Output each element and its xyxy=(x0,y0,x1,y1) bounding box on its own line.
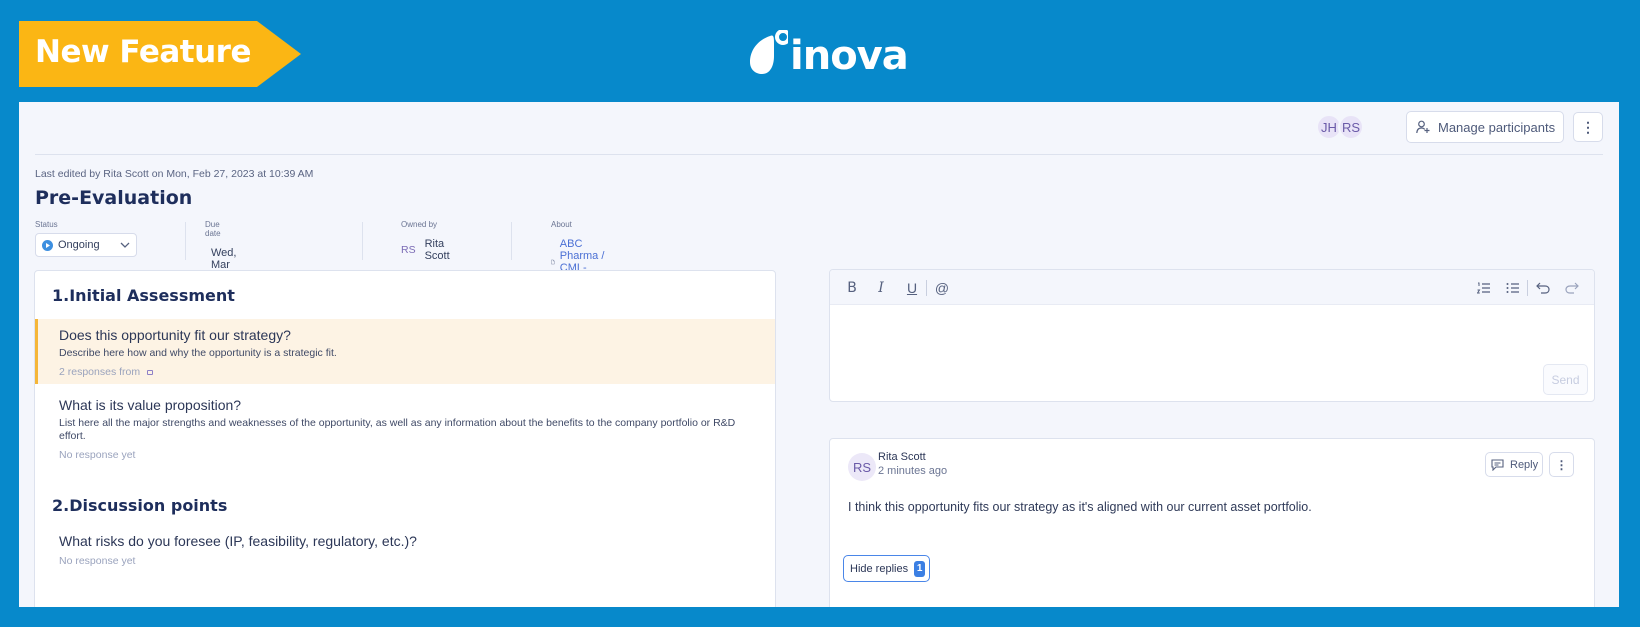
more-options-button[interactable]: ⋮ xyxy=(1573,112,1603,142)
divider xyxy=(362,222,363,260)
divider xyxy=(511,222,512,260)
comment-card: RS Rita Scott 2 minutes ago Reply ⋮ I th… xyxy=(829,438,1595,607)
reply-label: Reply xyxy=(1510,458,1539,471)
divider xyxy=(926,280,927,296)
top-bar: JH RS Manage participants ⋮ xyxy=(19,102,1619,155)
app-window: JH RS Manage participants ⋮ Last edited … xyxy=(19,102,1619,607)
add-user-icon xyxy=(1416,120,1430,134)
divider xyxy=(185,222,186,260)
ordered-list-icon xyxy=(1477,282,1490,294)
play-icon xyxy=(42,239,53,251)
status-value: Ongoing xyxy=(58,239,100,251)
comment-author: Rita Scott xyxy=(878,451,926,463)
avatar: RS xyxy=(401,244,416,256)
owner-label: Owned by xyxy=(401,220,438,229)
hide-replies-label: Hide replies xyxy=(850,562,909,575)
avatar[interactable]: RS xyxy=(1338,114,1364,140)
question-item[interactable]: Does this opportunity fit our strategy? … xyxy=(35,319,775,384)
question-title: What risks do you foresee (IP, feasibili… xyxy=(59,533,417,549)
underline-button[interactable]: U xyxy=(902,278,922,298)
bullet-list-button[interactable] xyxy=(1503,278,1523,298)
chevron-down-icon xyxy=(120,242,130,248)
comment-more-button[interactable]: ⋮ xyxy=(1549,452,1574,477)
due-date-label: Due date xyxy=(205,220,221,238)
ordered-list-button[interactable] xyxy=(1474,278,1494,298)
responder-avatar xyxy=(147,369,154,375)
section-title: 2.Discussion points xyxy=(52,496,228,515)
question-status: No response yet xyxy=(59,555,136,567)
owner-field: Owned by RS Rita Scott xyxy=(401,220,450,262)
divider xyxy=(35,154,1603,155)
redo-button[interactable] xyxy=(1562,278,1582,298)
question-title: Does this opportunity fit our strategy? xyxy=(59,327,291,343)
editor-text-area[interactable] xyxy=(830,306,1594,401)
manage-participants-button[interactable]: Manage participants xyxy=(1406,111,1564,143)
document-icon xyxy=(551,259,555,265)
undo-icon xyxy=(1536,282,1550,294)
comment-body: I think this opportunity fits our strate… xyxy=(848,500,1312,514)
divider xyxy=(1527,280,1528,296)
question-status: No response yet xyxy=(59,449,136,461)
question-item[interactable]: What risks do you foresee (IP, feasibili… xyxy=(35,533,775,567)
questions-panel: 1.Initial Assessment Does this opportuni… xyxy=(34,270,776,607)
brand-logo: inova xyxy=(748,29,909,79)
brand-name: inova xyxy=(790,33,909,79)
new-feature-banner: New Feature xyxy=(19,21,301,87)
status-select[interactable]: Ongoing xyxy=(35,233,137,257)
question-status: 2 responses from xyxy=(59,366,775,378)
status-field: Status Ongoing xyxy=(35,220,137,260)
question-item[interactable]: What is its value proposition? List here… xyxy=(35,389,775,461)
question-title: What is its value proposition? xyxy=(59,397,242,413)
question-status-text: 2 responses from xyxy=(59,366,141,378)
avatar: RS xyxy=(848,453,876,481)
about-field: About ABC Pharma / CML-101 xyxy=(551,220,605,286)
redo-icon xyxy=(1565,282,1579,294)
comment-icon xyxy=(1491,458,1504,471)
bullet-list-icon xyxy=(1506,283,1519,293)
italic-button[interactable]: I xyxy=(871,278,891,298)
reply-button[interactable]: Reply xyxy=(1485,452,1543,477)
hide-replies-button[interactable]: Hide replies 1 xyxy=(843,555,930,582)
comment-editor: B I U @ Send xyxy=(829,269,1595,402)
mention-button[interactable]: @ xyxy=(932,278,952,298)
manage-participants-label: Manage participants xyxy=(1438,119,1556,135)
due-date-field: Due date Wed, Mar 1, 2023 xyxy=(205,220,236,295)
page-title: Pre-Evaluation xyxy=(35,187,193,209)
owner-value[interactable]: RS Rita Scott xyxy=(401,238,450,262)
banner-label: New Feature xyxy=(35,34,251,70)
undo-button[interactable] xyxy=(1533,278,1553,298)
status-label: Status xyxy=(35,220,58,229)
question-description: List here all the major strengths and we… xyxy=(59,417,736,442)
send-button[interactable]: Send xyxy=(1543,364,1588,395)
bold-button[interactable]: B xyxy=(842,278,862,298)
about-label: About xyxy=(551,220,572,229)
last-edited-text: Last edited by Rita Scott on Mon, Feb 27… xyxy=(35,168,314,180)
owner-name: Rita Scott xyxy=(424,238,450,262)
comment-timestamp: 2 minutes ago xyxy=(878,465,948,477)
section-title: 1.Initial Assessment xyxy=(52,286,235,305)
reply-count-badge: 1 xyxy=(914,560,926,577)
participant-avatars[interactable]: JH RS xyxy=(1316,114,1364,140)
logo-drop-icon xyxy=(748,29,791,78)
question-description: Describe here how and why the opportunit… xyxy=(59,347,337,359)
editor-toolbar: B I U @ xyxy=(830,270,1594,305)
